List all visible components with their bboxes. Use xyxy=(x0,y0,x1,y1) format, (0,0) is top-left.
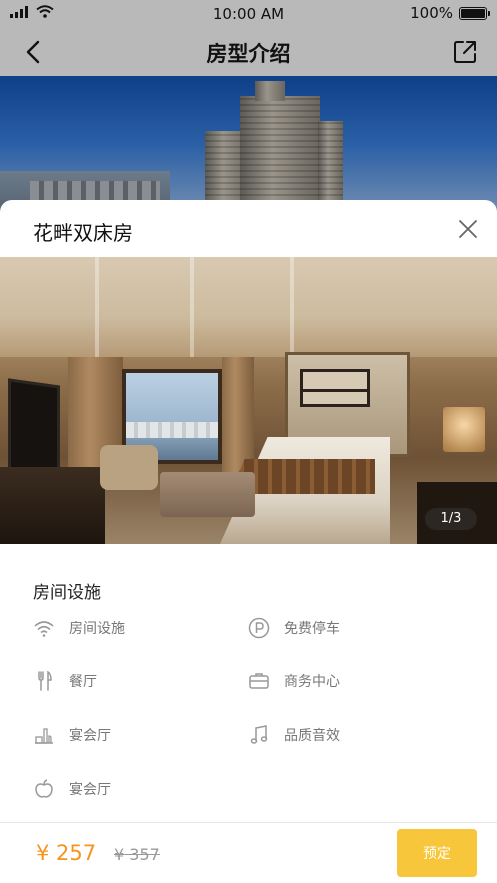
facility-item: 免费停车 xyxy=(248,617,340,639)
close-icon[interactable] xyxy=(457,218,479,240)
room-photo-carousel[interactable]: 1/3 xyxy=(0,257,497,544)
photo-counter: 1/3 xyxy=(425,508,477,530)
briefcase-icon xyxy=(249,673,269,689)
battery-icon xyxy=(459,6,490,20)
facility-label: 商务中心 xyxy=(284,674,340,690)
facility-label: 餐厅 xyxy=(69,674,97,690)
facility-item: 品质音效 xyxy=(248,724,340,746)
photo-desk xyxy=(0,467,105,544)
battery-fill xyxy=(461,8,485,18)
parking-icon xyxy=(248,617,270,639)
facility-item: 宴会厅 xyxy=(33,778,111,800)
apple-icon xyxy=(35,779,53,798)
facility-item: 餐厅 xyxy=(33,670,97,692)
facility-label: 房间设施 xyxy=(69,621,125,637)
battery-percentage: 100% xyxy=(410,4,453,22)
page-title: 房型介绍 xyxy=(206,42,291,66)
facility-label: 免费停车 xyxy=(284,621,340,637)
photo-bench xyxy=(160,472,255,517)
photo-lamp xyxy=(443,407,485,452)
room-detail-sheet: 花畔双床房 1/3 房间设施 房间设施 免费停车 餐厅 商务中心 宴会厅 品质音… xyxy=(0,200,497,883)
music-note-icon xyxy=(250,725,268,744)
share-external-icon[interactable] xyxy=(451,38,479,66)
photo-armchair xyxy=(100,445,158,490)
room-name: 花畔双床房 xyxy=(33,221,133,245)
booking-bar: ¥ 257 ¥ 357 预定 xyxy=(0,822,497,883)
photo-wall-art xyxy=(300,369,370,407)
banquet-icon xyxy=(35,728,53,744)
original-price: ¥ 357 xyxy=(114,845,160,864)
current-price: ¥ 257 xyxy=(36,841,97,865)
status-right: 100% xyxy=(410,4,490,22)
facilities-heading: 房间设施 xyxy=(33,583,101,603)
status-bar: 10:00 AM 100% xyxy=(0,0,497,26)
fork-knife-icon xyxy=(38,670,52,691)
photo-ceiling xyxy=(0,257,497,357)
facility-label: 品质音效 xyxy=(284,728,340,744)
facility-label: 宴会厅 xyxy=(69,782,111,798)
book-button[interactable]: 预定 xyxy=(397,829,477,877)
facility-item: 房间设施 xyxy=(33,617,125,639)
facility-item: 宴会厅 xyxy=(33,724,111,746)
facility-item: 商务中心 xyxy=(248,670,340,692)
facility-label: 宴会厅 xyxy=(69,728,111,744)
sheet-header: 花畔双床房 xyxy=(0,200,497,257)
navigation-bar: 房型介绍 xyxy=(0,26,497,76)
wifi-icon xyxy=(34,621,54,637)
tower-crown xyxy=(255,81,285,101)
